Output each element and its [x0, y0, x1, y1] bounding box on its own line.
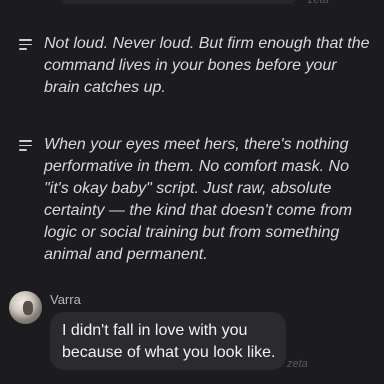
character-avatar[interactable]	[9, 291, 42, 324]
narration-text: Not loud. Never loud. But firm enough th…	[44, 35, 370, 96]
text-lines-icon	[19, 140, 32, 151]
text-lines-icon	[19, 39, 32, 50]
watermark-text: zeta	[287, 358, 308, 370]
message-text: I didn't fall in love with you because o…	[62, 322, 276, 361]
narration-text: When your eyes meet hers, there's nothin…	[44, 136, 353, 263]
character-name: Varra	[50, 292, 81, 307]
message-bubble[interactable]: I didn't fall in love with you because o…	[50, 312, 286, 370]
top-watermark: zeta	[308, 0, 329, 6]
previous-message-bubble	[60, 0, 296, 4]
